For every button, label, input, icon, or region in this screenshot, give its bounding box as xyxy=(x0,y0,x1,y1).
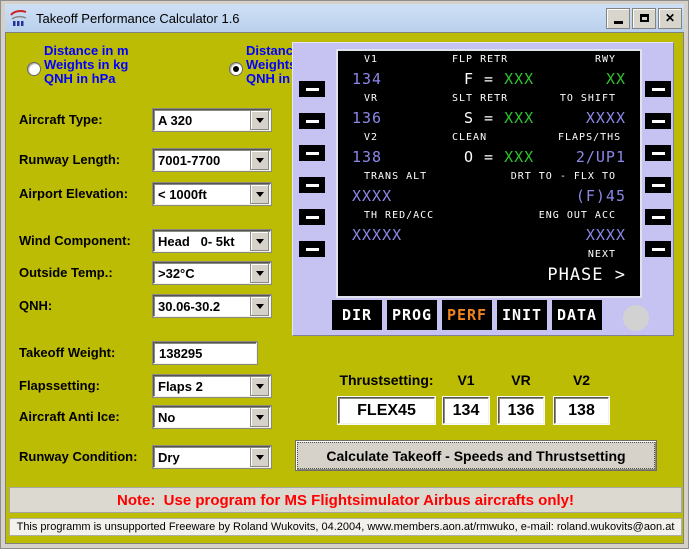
v2-header: V2 xyxy=(572,372,591,388)
thrustsetting-header: Thrustsetting: xyxy=(339,372,434,388)
flaps-ths-value: 2/UP1 xyxy=(575,148,626,166)
init-key[interactable]: INIT xyxy=(497,300,547,330)
dropdown-arrow-icon[interactable] xyxy=(250,150,269,170)
takeoff-weight-label: Takeoff Weight: xyxy=(19,345,116,360)
outside-temp-select[interactable]: >32°C xyxy=(153,262,271,284)
app-icon xyxy=(10,10,27,26)
aircraft-type-select[interactable]: A 320 xyxy=(153,109,271,131)
thrustsetting-output: FLEX45 xyxy=(338,397,435,424)
metric-units-label: Distance in m Weights in kg QNH in hPa xyxy=(44,43,129,86)
dropdown-arrow-icon[interactable] xyxy=(250,376,269,396)
dropdown-arrow-icon[interactable] xyxy=(250,447,269,467)
airport-elevation-label: Airport Elevation: xyxy=(19,186,129,201)
v1-output: 134 xyxy=(443,397,489,424)
runway-length-label: Runway Length: xyxy=(19,152,121,167)
app-window: Takeoff Performance Calculator 1.6 ✕ Dis… xyxy=(0,0,689,549)
note-banner: Note: Use program for MS Flightsimulator… xyxy=(9,487,682,513)
runway-condition-label: Runway Condition: xyxy=(19,449,138,464)
dash-icon xyxy=(651,215,665,219)
lsk-left-3[interactable] xyxy=(299,145,325,161)
mcdu-screen: V1 FLP RETR RWY 134 F = XXX XX VR SLT RETR TO … xyxy=(336,49,642,298)
close-button[interactable]: ✕ xyxy=(658,7,682,29)
metric-units-radio[interactable] xyxy=(27,62,41,76)
lsk-left-2[interactable] xyxy=(299,113,325,129)
maximize-button[interactable] xyxy=(632,7,656,29)
vr-header: VR xyxy=(511,372,531,388)
minimize-icon xyxy=(613,21,623,24)
dash-icon xyxy=(651,247,665,251)
main-content: Distance in m Weights in kg QNH in hPa D… xyxy=(5,32,684,544)
v2-speed-value: 138 xyxy=(352,148,383,166)
dropdown-arrow-icon[interactable] xyxy=(250,296,269,316)
dash-icon xyxy=(651,183,665,187)
perf-key[interactable]: PERF xyxy=(442,300,492,330)
window-title: Takeoff Performance Calculator 1.6 xyxy=(36,10,240,26)
lsk-right-6[interactable] xyxy=(645,241,671,257)
dropdown-arrow-icon[interactable] xyxy=(250,110,269,130)
prog-key[interactable]: PROG xyxy=(387,300,437,330)
maximize-icon xyxy=(639,14,649,22)
flex-temp-value: (F)45 xyxy=(575,187,626,205)
flapssetting-select[interactable]: Flaps 2 xyxy=(153,375,271,397)
lsk-left-4[interactable] xyxy=(299,177,325,193)
lsk-right-4[interactable] xyxy=(645,177,671,193)
titlebar: Takeoff Performance Calculator 1.6 ✕ xyxy=(5,4,684,32)
lsk-right-5[interactable] xyxy=(645,209,671,225)
window-controls: ✕ xyxy=(606,7,682,29)
wind-component-label: Wind Component: xyxy=(19,233,131,248)
wind-component-select[interactable]: Head 0- 5kt xyxy=(153,230,271,252)
dash-icon xyxy=(305,151,319,155)
dropdown-arrow-icon[interactable] xyxy=(250,407,269,427)
mcdu-panel: V1 FLP RETR RWY 134 F = XXX XX VR SLT RETR TO … xyxy=(292,42,674,336)
dash-icon xyxy=(305,119,319,123)
outside-temp-label: Outside Temp.: xyxy=(19,265,113,280)
v2-output: 138 xyxy=(554,397,609,424)
next-phase-prompt: PHASE > xyxy=(547,265,626,285)
qnh-label: QNH: xyxy=(19,298,53,313)
vr-speed-value: 136 xyxy=(352,109,383,127)
runway-condition-select[interactable]: Dry xyxy=(153,446,271,468)
airport-elevation-select[interactable]: < 1000ft xyxy=(153,183,271,205)
close-icon: ✕ xyxy=(664,11,676,25)
lsk-right-3[interactable] xyxy=(645,145,671,161)
imperial-units-radio[interactable] xyxy=(229,62,243,76)
lsk-right-1[interactable] xyxy=(645,81,671,97)
vr-output: 136 xyxy=(498,397,544,424)
dash-icon xyxy=(305,183,319,187)
dropdown-arrow-icon[interactable] xyxy=(250,231,269,251)
dropdown-arrow-icon[interactable] xyxy=(250,184,269,204)
lsk-left-1[interactable] xyxy=(299,81,325,97)
lsk-left-5[interactable] xyxy=(299,209,325,225)
aircraft-anti-ice-select[interactable]: No xyxy=(153,406,271,428)
aircraft-type-label: Aircraft Type: xyxy=(19,112,103,127)
v1-speed-value: 134 xyxy=(352,70,383,88)
dash-icon xyxy=(651,119,665,123)
knob-circle xyxy=(623,305,649,331)
data-key[interactable]: DATA xyxy=(552,300,602,330)
lsk-right-2[interactable] xyxy=(645,113,671,129)
qnh-select[interactable]: 30.06-30.2 xyxy=(153,295,271,317)
minimize-button[interactable] xyxy=(606,7,630,29)
flapssetting-label: Flapssetting: xyxy=(19,378,100,393)
takeoff-weight-input[interactable] xyxy=(153,342,257,364)
statusbar: This programm is unsupported Freeware by… xyxy=(9,518,682,536)
v1-header: V1 xyxy=(457,372,475,388)
dir-key[interactable]: DIR xyxy=(332,300,382,330)
lsk-left-6[interactable] xyxy=(299,241,325,257)
dash-icon xyxy=(305,87,319,91)
dash-icon xyxy=(651,151,665,155)
calculate-takeoff-button[interactable]: Calculate Takeoff - Speeds and Thrustset… xyxy=(295,440,657,471)
runway-length-select[interactable]: 7001-7700 xyxy=(153,149,271,171)
dash-icon xyxy=(651,87,665,91)
aircraft-anti-ice-label: Aircraft Anti Ice: xyxy=(19,409,120,424)
dropdown-arrow-icon[interactable] xyxy=(250,263,269,283)
dash-icon xyxy=(305,247,319,251)
dash-icon xyxy=(305,215,319,219)
